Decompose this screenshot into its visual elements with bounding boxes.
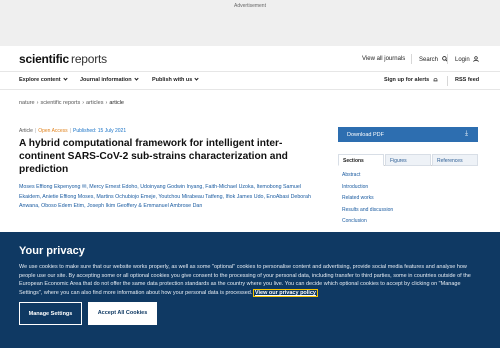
header-divider	[411, 54, 412, 64]
section-link-abstract[interactable]: Abstract	[342, 172, 478, 184]
privacy-policy-link[interactable]: View our privacy policy	[252, 289, 318, 298]
tab-figures[interactable]: Figures	[385, 154, 431, 166]
site-header: scientific reports View all journals Sear…	[0, 46, 500, 72]
bell-icon	[433, 78, 438, 82]
section-link-introduction[interactable]: Introduction	[342, 184, 478, 196]
chevron-down-icon	[134, 76, 139, 81]
logo-reports: reports	[71, 52, 107, 66]
nav-divider	[447, 76, 448, 86]
meta-separator: |	[69, 128, 71, 134]
sign-up-alerts-link[interactable]: Sign up for alerts	[384, 77, 438, 83]
sign-up-label: Sign up for alerts	[384, 77, 430, 83]
download-pdf-label: Download PDF	[347, 132, 384, 138]
user-icon	[473, 56, 480, 62]
login-button[interactable]: Login	[455, 56, 480, 63]
open-access-badge: Open Access	[38, 128, 68, 134]
section-list: Abstract Introduction Related works Resu…	[342, 172, 478, 230]
breadcrumb-scientific-reports[interactable]: scientific reports	[40, 100, 80, 106]
breadcrumb-nature[interactable]: nature	[19, 100, 35, 106]
nav-publish-label: Publish with us	[152, 77, 193, 83]
section-link-results[interactable]: Results and discussion	[342, 207, 478, 219]
article-title: A hybrid computational framework for int…	[19, 138, 288, 175]
nav-publish-with-us[interactable]: Publish with us	[152, 76, 199, 83]
breadcrumb-chevron-icon: ›	[36, 100, 39, 106]
article-meta: Article | Open Access | Published: 15 July 2…	[19, 128, 126, 134]
main-navigation: Explore content Journal information Publ…	[0, 72, 500, 90]
nav-explore-content[interactable]: Explore content	[19, 76, 68, 83]
login-label: Login	[455, 57, 470, 63]
accept-all-cookies-button[interactable]: Accept All Cookies	[88, 302, 157, 325]
advertisement-label: Advertisement	[234, 3, 266, 9]
section-link-related-works[interactable]: Related works	[342, 195, 478, 207]
breadcrumb-article: article	[109, 100, 124, 106]
chevron-down-icon	[194, 76, 199, 81]
nav-journal-label: Journal information	[80, 77, 132, 83]
site-logo[interactable]: scientific reports	[19, 52, 107, 66]
breadcrumb-articles[interactable]: articles	[86, 100, 103, 106]
logo-scientific: scientific	[19, 52, 70, 66]
breadcrumb-chevron-icon: ›	[82, 100, 85, 106]
author-list[interactable]: Moses Effiong Ekpenyong ✉, Mercy Ernest …	[19, 183, 314, 212]
chevron-down-icon	[62, 76, 68, 81]
privacy-banner: Your privacy We use cookies to make sure…	[0, 232, 500, 348]
article-type: Article	[19, 128, 33, 134]
breadcrumb-chevron-icon: ›	[105, 100, 108, 106]
privacy-body: We use cookies to make sure that our web…	[19, 264, 471, 297]
rss-feed-link[interactable]: RSS feed	[455, 77, 479, 83]
download-pdf-button[interactable]: Download PDF ⤓	[338, 127, 478, 142]
advertisement-banner: Advertisement	[0, 0, 500, 46]
header-divider	[447, 54, 448, 64]
published-date: Published: 15 July 2021	[73, 128, 127, 134]
view-all-journals-link[interactable]: View all journals	[362, 56, 405, 62]
meta-separator: |	[34, 128, 37, 134]
privacy-title: Your privacy	[19, 245, 85, 257]
manage-settings-button[interactable]: Manage Settings	[19, 302, 82, 325]
tab-references[interactable]: References	[432, 154, 478, 166]
search-label: Search	[419, 57, 439, 63]
sidebar-tabs: Sections Figures References	[338, 154, 478, 166]
section-link-conclusion[interactable]: Conclusion	[342, 218, 478, 230]
search-button[interactable]: Search	[419, 56, 448, 63]
tab-sections[interactable]: Sections	[338, 154, 384, 166]
nav-journal-information[interactable]: Journal information	[80, 76, 139, 83]
breadcrumb: nature › scientific reports › articles › artic…	[19, 100, 124, 106]
download-icon: ⤓	[465, 130, 468, 137]
nav-explore-label: Explore content	[19, 77, 61, 83]
privacy-text: We use cookies to make sure that our web…	[19, 263, 484, 298]
